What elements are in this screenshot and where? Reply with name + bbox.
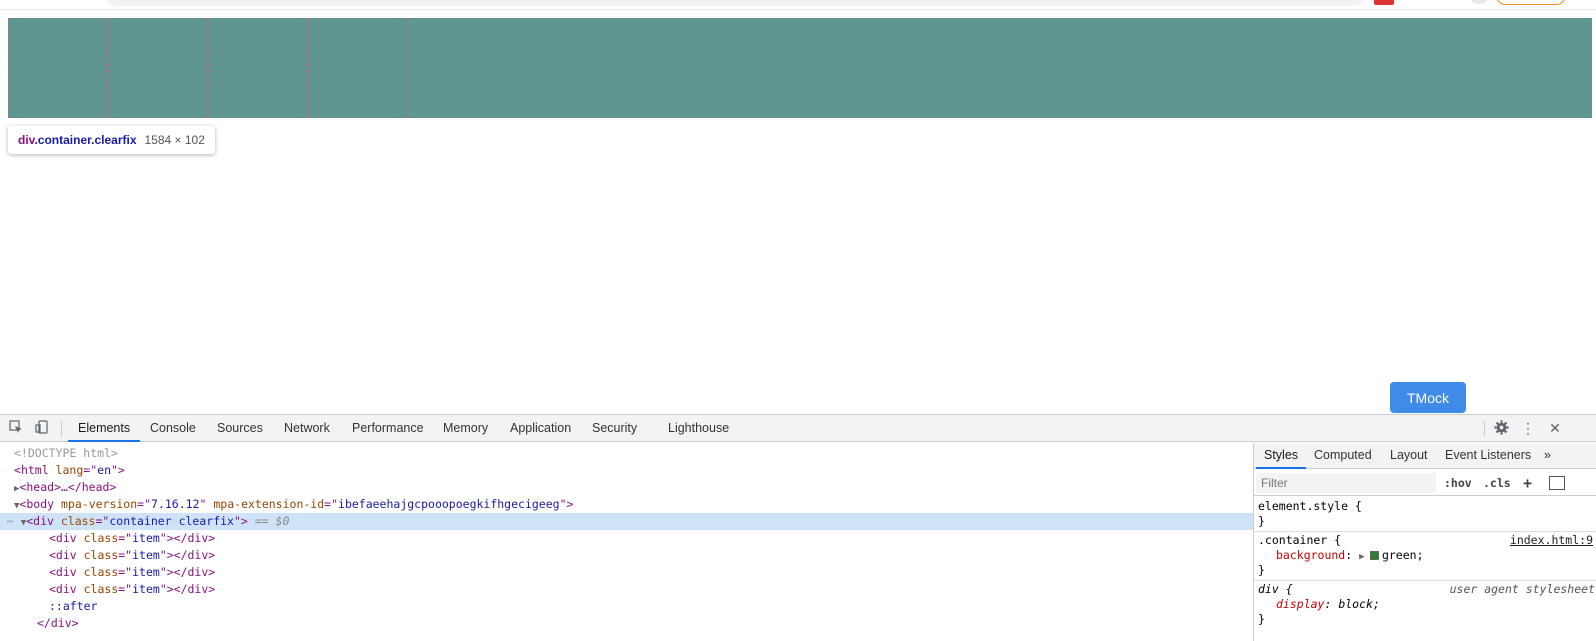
div-tag: div <box>33 514 54 528</box>
selector-element-style: element.style { <box>1258 499 1362 513</box>
dom-tree: <!DOCTYPE html> <html lang="en"> ▶<head>… <box>0 443 1253 641</box>
html-attr-value: en <box>97 463 111 477</box>
item-class-value: item <box>132 548 160 562</box>
inspect-tooltip: div.container.clearfix 1584 × 102 <box>8 126 215 154</box>
tab-event-listeners[interactable]: Event Listeners <box>1445 443 1531 469</box>
toolbar-divider <box>1484 421 1485 437</box>
pseudo-after: ::after <box>49 599 98 613</box>
rule-div-user-agent[interactable]: div {user agent stylesheet display: bloc… <box>1254 580 1596 629</box>
head-text: <head>…</head> <box>19 480 117 494</box>
device-toolbar-icon[interactable] <box>34 420 50 436</box>
more-options-icon[interactable]: ⋮ <box>1520 420 1536 436</box>
styles-filter-row: Filter :hov .cls + <box>1254 470 1596 496</box>
address-bar[interactable] <box>105 0 1365 6</box>
inspect-element-icon[interactable] <box>8 420 24 436</box>
tab-security[interactable]: Security <box>592 415 637 442</box>
new-rule-plus-icon[interactable]: + <box>1523 474 1532 492</box>
html-tag: html <box>20 463 49 477</box>
profile-icon[interactable] <box>1471 0 1487 4</box>
div-attr-value: container clearfix <box>109 514 234 528</box>
toolbar-divider <box>61 421 62 437</box>
close-div-tag: </div> <box>37 616 79 630</box>
tmock-button[interactable]: TMock <box>1390 382 1466 413</box>
tab-computed[interactable]: Computed <box>1314 443 1372 469</box>
item-box <box>108 18 208 118</box>
item-class-value: item <box>132 582 160 596</box>
rule-close: } <box>1258 514 1265 528</box>
tab-memory[interactable]: Memory <box>443 415 488 442</box>
styles-pane: Styles Computed Layout Event Listeners »… <box>1253 443 1596 641</box>
property-background[interactable]: background <box>1276 548 1345 562</box>
selector-container: .container { <box>1258 533 1342 547</box>
hov-button[interactable]: :hov <box>1444 474 1472 492</box>
cls-button[interactable]: .cls <box>1483 474 1511 492</box>
dom-line-item[interactable]: <div class="item"></div> <box>0 547 1253 564</box>
selector-div: div { <box>1258 582 1293 596</box>
devtools-tabbar: Elements Console Sources Network Perform… <box>0 415 1596 442</box>
item-class-value: item <box>132 531 160 545</box>
source-link[interactable]: index.html:9 <box>1510 533 1593 548</box>
dom-line-body[interactable]: ▼<body mpa-version="7.16.12" mpa-extensi… <box>0 496 1253 513</box>
rule-element-style[interactable]: element.style { } <box>1254 497 1596 532</box>
dom-line-pseudo[interactable]: ::after <box>0 598 1253 615</box>
body-attr: mpa-extension-id <box>213 497 325 511</box>
extension-badge-icon[interactable] <box>1374 0 1394 5</box>
devtools-panel: Elements Console Sources Network Perform… <box>0 414 1596 641</box>
settings-gear-icon[interactable] <box>1493 420 1509 436</box>
tab-layout[interactable]: Layout <box>1390 443 1428 469</box>
body-attr-value: 7.16.12 <box>151 497 200 511</box>
div-attr: class <box>60 514 96 528</box>
styles-tabbar: Styles Computed Layout Event Listeners » <box>1254 443 1596 469</box>
tab-lighthouse[interactable]: Lighthouse <box>668 415 729 442</box>
dom-line-item[interactable]: <div class="item"></div> <box>0 530 1253 547</box>
tooltip-size: 1584 × 102 <box>144 133 205 147</box>
tooltip-tag: div <box>18 133 35 147</box>
ellipsis-icon[interactable]: ⋯ <box>0 514 21 528</box>
color-swatch-icon[interactable] <box>1369 551 1379 560</box>
dom-line-item[interactable]: <div class="item"></div> <box>0 581 1253 598</box>
user-agent-label: user agent stylesheet <box>1449 582 1595 596</box>
tab-styles[interactable]: Styles <box>1256 443 1307 469</box>
tab-console[interactable]: Console <box>150 415 196 442</box>
expand-triangle-icon[interactable]: ▶ <box>1359 552 1370 562</box>
dom-line-container-selected[interactable]: ⋯ ▼<div class="container clearfix"> == $… <box>0 513 1253 530</box>
item-box <box>208 18 308 118</box>
tooltip-classes: .container.clearfix <box>34 133 137 147</box>
tab-sources[interactable]: Sources <box>217 415 263 442</box>
tab-elements[interactable]: Elements <box>68 415 141 442</box>
close-icon[interactable]: ✕ <box>1547 420 1563 436</box>
item-box <box>308 18 408 118</box>
doctype-text: <!DOCTYPE html> <box>14 446 118 460</box>
selected-marker: == $0 <box>254 514 290 528</box>
tab-application[interactable]: Application <box>510 415 571 442</box>
value-block: block; <box>1338 597 1380 611</box>
item-box <box>8 18 108 118</box>
tab-network[interactable]: Network <box>284 415 330 442</box>
dom-line-html[interactable]: <html lang="en"> <box>0 462 1253 479</box>
rule-close: } <box>1258 563 1265 577</box>
dom-line-item[interactable]: <div class="item"></div> <box>0 564 1253 581</box>
body-tag: body <box>26 497 55 511</box>
dom-line-head[interactable]: ▶<head>…</head> <box>0 479 1253 496</box>
item-class-value: item <box>132 565 160 579</box>
more-tabs-chevron-icon[interactable]: » <box>1544 443 1551 469</box>
toolbar-pill-button[interactable] <box>1496 0 1566 5</box>
dom-line-doctype[interactable]: <!DOCTYPE html> <box>0 445 1253 462</box>
html-attr: lang <box>55 463 84 477</box>
rule-container[interactable]: .container {index.html:9 background: ▶ g… <box>1254 531 1596 581</box>
value-green[interactable]: green; <box>1382 548 1424 562</box>
body-attr-value: ibefaeehajgcpooopoegkifhgecigeeg <box>338 497 560 511</box>
rule-close: } <box>1258 612 1265 626</box>
container-clearfix <box>8 18 1592 118</box>
styles-filter-input[interactable]: Filter <box>1256 473 1436 493</box>
dom-line-close[interactable]: </div> <box>0 615 1253 632</box>
body-attr: mpa-version <box>61 497 138 511</box>
tab-performance[interactable]: Performance <box>352 415 424 442</box>
property-display: display <box>1276 597 1325 611</box>
toggle-sidebar-icon[interactable] <box>1549 476 1565 490</box>
browser-toolbar <box>0 0 1596 10</box>
